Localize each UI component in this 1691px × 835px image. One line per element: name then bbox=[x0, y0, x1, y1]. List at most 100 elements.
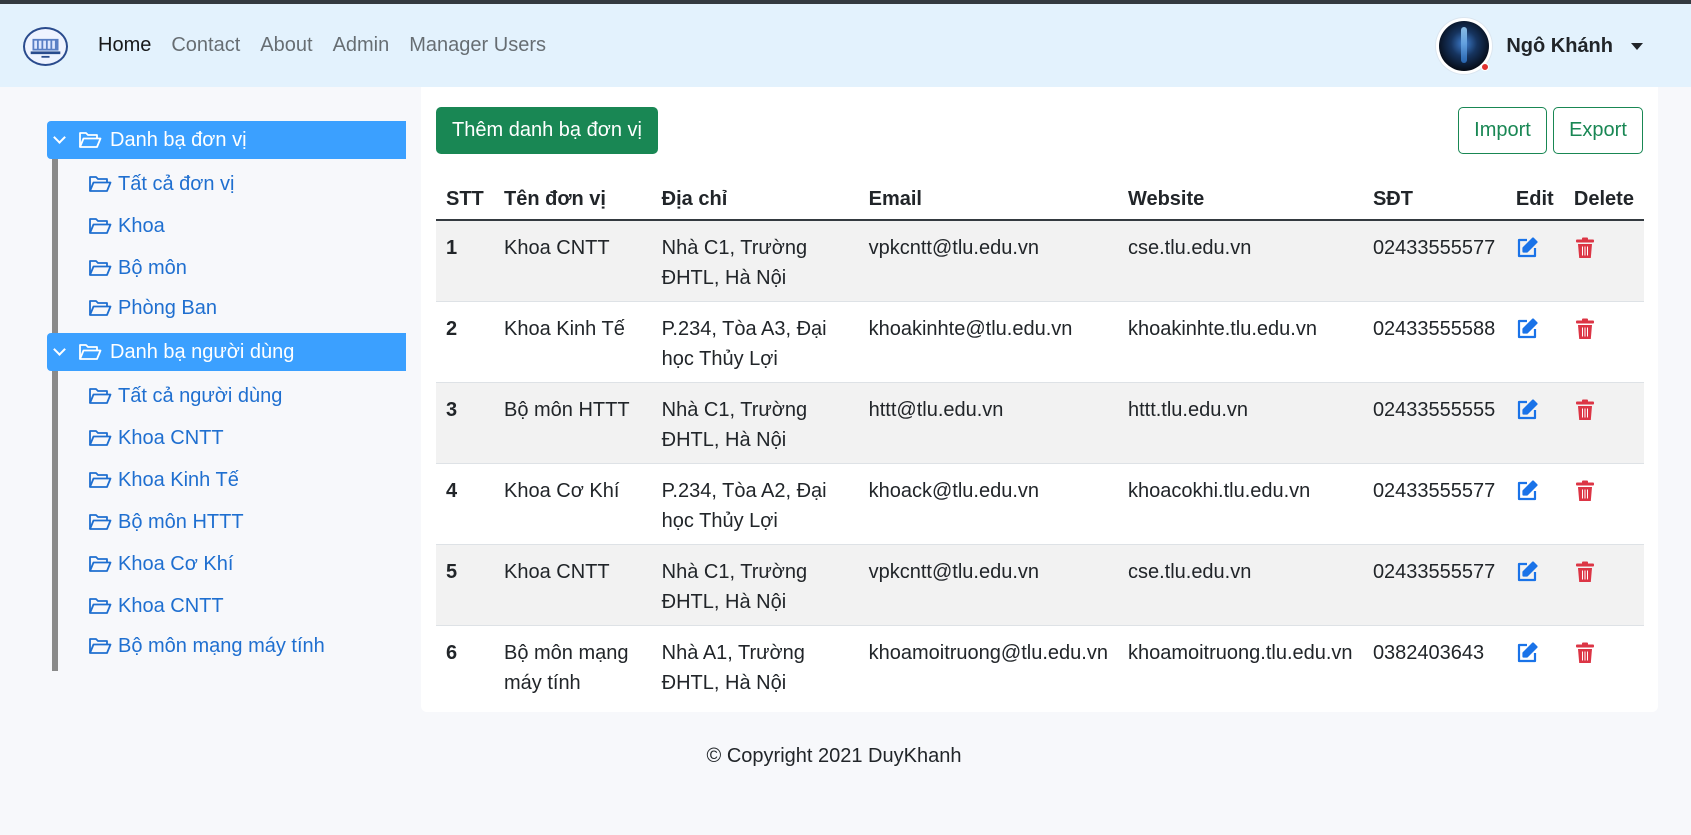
avatar[interactable] bbox=[1436, 18, 1493, 74]
trash-icon[interactable] bbox=[1574, 642, 1596, 664]
row-number: 1 bbox=[436, 220, 494, 302]
edit-cell bbox=[1505, 301, 1564, 383]
sidebar-group-label: Danh bạ người dùng bbox=[110, 340, 295, 363]
sidebar-group-header[interactable]: Danh bạ người dùng bbox=[47, 333, 406, 371]
status-dot bbox=[1481, 63, 1490, 71]
chevron-down-icon bbox=[53, 131, 66, 144]
unit-address: P.234, Tòa A3, Đại học Thủy Lợi bbox=[651, 301, 859, 383]
table-body: 1 Khoa CNTT Nhà C1, Trường ĐHTL, Hà Nội vpk… bbox=[436, 220, 1644, 706]
unit-email: httt@tlu.edu.vn bbox=[858, 382, 1118, 464]
export-button[interactable]: Export bbox=[1553, 107, 1643, 154]
edit-cell bbox=[1505, 220, 1564, 302]
unit-name: Khoa Cơ Khí bbox=[493, 463, 652, 545]
delete-cell bbox=[1563, 301, 1644, 383]
unit-address: Nhà C1, Trường ĐHTL, Hà Nội bbox=[651, 382, 859, 464]
edit-icon[interactable] bbox=[1516, 479, 1538, 502]
sidebar-item[interactable]: Khoa CNTT bbox=[88, 417, 406, 459]
folder-open-icon bbox=[88, 596, 112, 616]
sidebar-item-label: Khoa Kinh Tế bbox=[118, 468, 239, 491]
unit-phone: 02433555577 bbox=[1362, 544, 1506, 626]
sidebar-item-label: Bộ môn mạng máy tính bbox=[118, 634, 325, 657]
nav-link-admin[interactable]: Admin bbox=[333, 34, 390, 57]
column-header: Email bbox=[858, 179, 1118, 221]
edit-icon[interactable] bbox=[1516, 641, 1538, 664]
column-header: Tên đơn vị bbox=[493, 179, 652, 221]
trash-icon[interactable] bbox=[1574, 237, 1596, 259]
nav-link-about[interactable]: About bbox=[260, 34, 312, 57]
unit-address: Nhà C1, Trường ĐHTL, Hà Nội bbox=[651, 220, 859, 302]
units-table: STT Tên đơn vị Địa chỉ Email Website SĐT Edit D… bbox=[436, 179, 1644, 706]
unit-phone: 02433555577 bbox=[1362, 220, 1506, 302]
unit-website: cse.tlu.edu.vn bbox=[1117, 544, 1363, 626]
user-name[interactable]: Ngô Khánh bbox=[1506, 35, 1613, 58]
unit-name: Khoa CNTT bbox=[493, 220, 652, 302]
folder-open-icon bbox=[88, 428, 112, 448]
main-card: Thêm danh bạ đơn vị Import Export STT Tên… bbox=[421, 87, 1658, 712]
trash-icon[interactable] bbox=[1574, 480, 1596, 502]
unit-website: khoamoitruong.tlu.edu.vn bbox=[1127, 641, 1353, 664]
sidebar-item[interactable]: Tất cả người dùng bbox=[88, 371, 406, 417]
edit-icon[interactable] bbox=[1516, 560, 1538, 583]
unit-phone: 02433555577 bbox=[1362, 463, 1506, 545]
unit-phone: 02433555588 bbox=[1362, 301, 1506, 383]
sidebar-item[interactable]: Bộ môn bbox=[88, 247, 406, 289]
table-row: 3 Bộ môn HTTT Nhà C1, Trường ĐHTL, Hà Nội h… bbox=[436, 382, 1644, 464]
sidebar-item[interactable]: Khoa CNTT bbox=[88, 585, 406, 627]
edit-icon[interactable] bbox=[1516, 398, 1538, 421]
table-header-row: STT Tên đơn vị Địa chỉ Email Website SĐT Edit D… bbox=[436, 179, 1644, 221]
row-number: 4 bbox=[436, 463, 494, 545]
import-button[interactable]: Import bbox=[1458, 107, 1547, 154]
caret-down-icon[interactable] bbox=[1631, 42, 1643, 50]
logo[interactable] bbox=[23, 27, 68, 66]
sidebar-item-label: Khoa Cơ Khí bbox=[118, 552, 234, 575]
unit-name: Bộ môn HTTT bbox=[493, 382, 652, 464]
unit-name: Khoa CNTT bbox=[493, 544, 652, 626]
sidebar-group-header[interactable]: Danh bạ đơn vị bbox=[47, 121, 406, 159]
nav-link-contact[interactable]: Contact bbox=[171, 34, 240, 57]
edit-cell bbox=[1506, 625, 1564, 706]
column-header: Edit bbox=[1505, 179, 1564, 221]
unit-name: Khoa Kinh Tế bbox=[493, 301, 652, 383]
sidebar-item[interactable]: Phòng Ban bbox=[88, 289, 406, 333]
edit-cell bbox=[1505, 463, 1564, 545]
edit-icon[interactable] bbox=[1516, 237, 1538, 259]
sidebar-item-label: Bộ môn bbox=[118, 256, 187, 279]
sidebar-group-label: Danh bạ đơn vị bbox=[110, 128, 247, 151]
user-menu[interactable]: Ngô Khánh bbox=[1436, 18, 1643, 74]
folder-open-icon bbox=[78, 130, 102, 150]
unit-address: Nhà C1, Trường ĐHTL, Hà Nội bbox=[651, 544, 859, 626]
unit-phone: 0382403643 bbox=[1372, 641, 1485, 664]
sidebar-item[interactable]: Khoa Kinh Tế bbox=[88, 459, 406, 501]
unit-email: khoakinhte@tlu.edu.vn bbox=[858, 301, 1118, 383]
nav-link-manager-users[interactable]: Manager Users bbox=[409, 34, 546, 57]
nav-link-home[interactable]: Home bbox=[98, 34, 151, 57]
sidebar-item[interactable]: Khoa bbox=[88, 205, 406, 247]
folder-open-icon bbox=[88, 554, 112, 574]
folder-open-icon bbox=[88, 386, 112, 406]
unit-website: httt.tlu.edu.vn bbox=[1117, 382, 1363, 464]
sidebar-item-label: Bộ môn HTTT bbox=[118, 510, 244, 533]
sidebar-item[interactable]: Bộ môn HTTT bbox=[88, 501, 406, 543]
unit-website: cse.tlu.edu.vn bbox=[1117, 220, 1363, 302]
unit-phone: 02433555555 bbox=[1362, 382, 1506, 464]
trash-icon[interactable] bbox=[1574, 561, 1596, 583]
edit-cell bbox=[1505, 382, 1564, 464]
sidebar-item[interactable]: Khoa Cơ Khí bbox=[88, 543, 406, 585]
add-unit-button[interactable]: Thêm danh bạ đơn vị bbox=[436, 107, 658, 154]
column-header: Website bbox=[1117, 179, 1363, 221]
table-row: 1 Khoa CNTT Nhà C1, Trường ĐHTL, Hà Nội vpk… bbox=[436, 220, 1644, 302]
sidebar-item-label: Tất cả người dùng bbox=[118, 384, 283, 407]
edit-cell bbox=[1505, 544, 1564, 626]
trash-icon[interactable] bbox=[1574, 399, 1596, 421]
trash-icon[interactable] bbox=[1574, 318, 1596, 340]
sidebar-item[interactable]: Tất cả đơn vị bbox=[88, 159, 406, 205]
row-number: 5 bbox=[436, 544, 494, 626]
row-number: 3 bbox=[436, 382, 494, 464]
sidebar-item[interactable]: Bộ môn mạng máy tính bbox=[88, 627, 406, 671]
folder-open-icon bbox=[88, 258, 112, 278]
table-row: 6 Bộ môn mạng máy tính Nhà A1, Trường ĐHTL… bbox=[436, 625, 1644, 706]
edit-icon[interactable] bbox=[1516, 317, 1538, 340]
row-number: 2 bbox=[436, 301, 494, 383]
sidebar: Danh bạ đơn vị Tất cả đơn vị Khoa Bộ môn Phò… bbox=[47, 121, 406, 671]
footer: © Copyright 2021 DuyKhanh bbox=[706, 745, 962, 767]
